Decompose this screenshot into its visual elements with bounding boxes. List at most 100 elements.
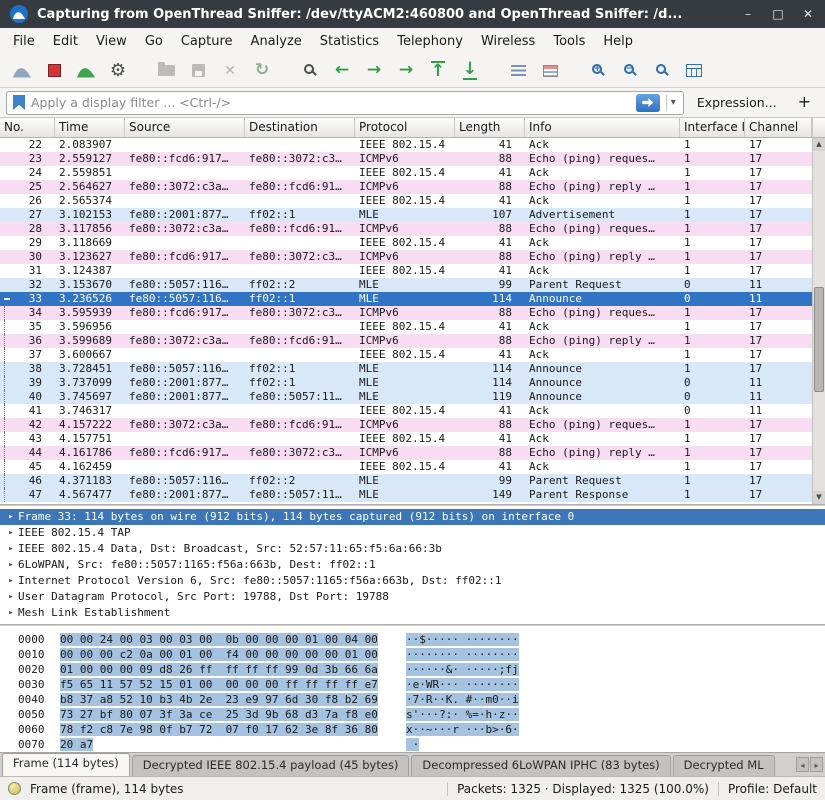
menu-analyze[interactable]: Analyze: [242, 31, 311, 52]
titlebar[interactable]: Capturing from OpenThread Sniffer: /dev/…: [0, 0, 825, 28]
hex-bytes-selected[interactable]: 20 a7: [60, 738, 93, 751]
hex-ascii-selected[interactable]: ·7·R··K. #··m0··i: [406, 693, 519, 706]
packet-row[interactable]: 383.728451fe80::5057:116…ff02::1MLE114An…: [0, 362, 812, 376]
byte-view-tab[interactable]: Decrypted ML: [673, 755, 775, 776]
packet-row[interactable]: 232.559127fe80::fcd6:917…fe80::3072:c3…I…: [0, 152, 812, 166]
maximize-icon[interactable]: □: [771, 7, 785, 21]
packet-row[interactable]: 353.596956IEEE 802.15.441Ack117: [0, 320, 812, 334]
byte-view-tab[interactable]: Decrypted IEEE 802.15.4 payload (45 byte…: [132, 755, 410, 776]
column-header-no[interactable]: No.: [0, 118, 55, 137]
expand-arrow-icon[interactable]: ▸: [4, 605, 18, 621]
expand-arrow-icon[interactable]: ▸: [4, 573, 18, 589]
hex-bytes-selected[interactable]: 01 00 00 00 09 d8 26 ff ff ff ff 99 0d 3…: [60, 663, 378, 676]
expand-arrow-icon[interactable]: ▸: [4, 557, 18, 573]
menu-tools[interactable]: Tools: [544, 31, 594, 52]
filter-dropdown-caret-icon[interactable]: ▾: [666, 95, 680, 111]
hex-row[interactable]: 006078 f2 c8 7e 98 0f b7 72 07 f0 17 62 …: [18, 722, 825, 737]
filter-bookmark-icon[interactable]: [13, 95, 25, 110]
expert-info-icon[interactable]: [8, 782, 21, 795]
hex-bytes-selected[interactable]: f5 65 11 57 52 15 01 00 00 00 00 ff ff f…: [60, 678, 378, 691]
column-header-destination[interactable]: Destination: [245, 118, 355, 137]
detail-line[interactable]: ▸Internet Protocol Version 6, Src: fe80:…: [0, 573, 825, 589]
detail-line[interactable]: ▸Mesh Link Establishment: [0, 605, 825, 621]
packet-row[interactable]: 303.123627fe80::fcd6:917…fe80::3072:c3…I…: [0, 250, 812, 264]
packet-row[interactable]: 242.559851IEEE 802.15.441Ack117: [0, 166, 812, 180]
hex-row[interactable]: 0040b8 37 a8 52 10 b3 4b 2e 23 e9 97 6d …: [18, 692, 825, 707]
hex-row[interactable]: 005073 27 bf 80 07 3f 3a ce 25 3d 9b 68 …: [18, 707, 825, 722]
expression-button[interactable]: Expression...: [693, 93, 781, 112]
colorize-button[interactable]: [534, 57, 566, 85]
packet-row[interactable]: 262.565374IEEE 802.15.441Ack117: [0, 194, 812, 208]
hex-bytes-selected[interactable]: 78 f2 c8 7e 98 0f b7 72 07 f0 17 62 3e 8…: [60, 723, 378, 736]
detail-line[interactable]: ▸Frame 33: 114 bytes on wire (912 bits),…: [0, 509, 825, 525]
display-filter-field[interactable]: ▾: [6, 91, 684, 115]
tab-scroll-left-icon[interactable]: ◂: [796, 757, 809, 772]
packet-row[interactable]: 464.371183fe80::5057:116…ff02::2MLE99Par…: [0, 474, 812, 488]
packet-row[interactable]: 373.600667IEEE 802.15.441Ack117: [0, 348, 812, 362]
hex-bytes-selected[interactable]: 00 00 24 00 03 00 03 00 0b 00 00 00 01 0…: [60, 633, 378, 646]
hex-row[interactable]: 000000 00 24 00 03 00 03 00 0b 00 00 00 …: [18, 632, 825, 647]
packet-row[interactable]: 313.124387IEEE 802.15.441Ack117: [0, 264, 812, 278]
detail-line[interactable]: ▸IEEE 802.15.4 Data, Dst: Broadcast, Src…: [0, 541, 825, 557]
packet-list-scrollbar[interactable]: ▲ ▼: [812, 138, 825, 504]
byte-view-tab[interactable]: Frame (114 bytes): [2, 753, 130, 776]
go-first-packet-button[interactable]: ↑: [422, 57, 454, 85]
menu-capture[interactable]: Capture: [172, 31, 242, 52]
add-filter-button[interactable]: +: [790, 92, 819, 113]
hex-row[interactable]: 002001 00 00 00 09 d8 26 ff ff ff ff 99 …: [18, 662, 825, 677]
menu-statistics[interactable]: Statistics: [311, 31, 388, 52]
status-profile[interactable]: Profile: Default: [728, 782, 817, 796]
menu-go[interactable]: Go: [136, 31, 172, 52]
hex-ascii-selected[interactable]: s'···?:· %=·h·z··: [406, 708, 519, 721]
go-last-packet-button[interactable]: ↓: [454, 57, 486, 85]
go-to-packet-button[interactable]: →: [390, 57, 422, 85]
detail-line[interactable]: ▸User Datagram Protocol, Src Port: 19788…: [0, 589, 825, 605]
hex-row[interactable]: 001000 00 00 c2 0a 00 01 00 f4 00 00 00 …: [18, 647, 825, 662]
go-back-button[interactable]: ←: [326, 57, 358, 85]
restart-capture-button[interactable]: [70, 57, 102, 85]
tab-scroll-right-icon[interactable]: ▸: [810, 757, 823, 772]
hex-ascii-selected[interactable]: x··~···r ···b>·6·: [406, 723, 519, 736]
packet-row[interactable]: 333.236526fe80::5057:116…ff02::1MLE114An…: [0, 292, 812, 306]
hex-ascii-selected[interactable]: ·: [406, 738, 419, 751]
menu-telephony[interactable]: Telephony: [388, 31, 472, 52]
find-packet-button[interactable]: [294, 57, 326, 85]
packet-row[interactable]: 444.161786fe80::fcd6:917…fe80::3072:c3…I…: [0, 446, 812, 460]
column-header-source[interactable]: Source: [125, 118, 245, 137]
scroll-down-icon[interactable]: ▼: [813, 491, 825, 504]
hex-ascii-selected[interactable]: ········ ········: [406, 648, 519, 661]
column-header-info[interactable]: Info: [525, 118, 680, 137]
hex-bytes-selected[interactable]: b8 37 a8 52 10 b3 4b 2e 23 e9 97 6d 30 f…: [60, 693, 378, 706]
zoom-100-button[interactable]: [646, 57, 678, 85]
packet-row[interactable]: 363.599689fe80::3072:c3a…fe80::fcd6:91…I…: [0, 334, 812, 348]
packet-row[interactable]: 454.162459IEEE 802.15.441Ack117: [0, 460, 812, 474]
go-forward-button[interactable]: →: [358, 57, 390, 85]
minimize-icon[interactable]: –: [741, 7, 755, 21]
packet-row[interactable]: 252.564627fe80::3072:c3a…fe80::fcd6:91…I…: [0, 180, 812, 194]
packet-row[interactable]: 474.567477fe80::2001:877…fe80::5057:11…M…: [0, 488, 812, 502]
hex-row[interactable]: 007020 a7 ·: [18, 737, 825, 752]
packet-row[interactable]: 222.083907IEEE 802.15.441Ack117: [0, 138, 812, 152]
resize-columns-button[interactable]: [678, 57, 710, 85]
detail-line[interactable]: ▸IEEE 802.15.4 TAP: [0, 525, 825, 541]
detail-line[interactable]: ▸6LoWPAN, Src: fe80::5057:1165:f56a:663b…: [0, 557, 825, 573]
zoom-out-button[interactable]: −: [614, 57, 646, 85]
packet-row[interactable]: 393.737099fe80::2001:877…ff02::1MLE114An…: [0, 376, 812, 390]
expand-arrow-icon[interactable]: ▸: [4, 589, 18, 605]
scrollbar-thumb[interactable]: [814, 287, 824, 392]
packet-row[interactable]: 343.595939fe80::fcd6:917…fe80::3072:c3…I…: [0, 306, 812, 320]
stop-capture-button[interactable]: [38, 57, 70, 85]
hex-bytes-selected[interactable]: 00 00 00 c2 0a 00 01 00 f4 00 00 00 00 0…: [60, 648, 378, 661]
packet-row[interactable]: 403.745697fe80::2001:877…fe80::5057:11…M…: [0, 390, 812, 404]
packet-row[interactable]: 283.117856fe80::3072:c3a…fe80::fcd6:91…I…: [0, 222, 812, 236]
menu-wireless[interactable]: Wireless: [472, 31, 544, 52]
byte-view-tab[interactable]: Decompressed 6LoWPAN IPHC (83 bytes): [411, 755, 670, 776]
scrollbar-track[interactable]: [813, 151, 825, 491]
packet-row[interactable]: 434.157751IEEE 802.15.441Ack117: [0, 432, 812, 446]
hex-ascii-selected[interactable]: ·e·WR··· ········: [406, 678, 519, 691]
menu-file[interactable]: File: [4, 31, 44, 52]
packet-row[interactable]: 293.118669IEEE 802.15.441Ack117: [0, 236, 812, 250]
packet-row[interactable]: 323.153670fe80::5057:116…ff02::2MLE99Par…: [0, 278, 812, 292]
expand-arrow-icon[interactable]: ▸: [4, 525, 18, 541]
menu-edit[interactable]: Edit: [44, 31, 87, 52]
